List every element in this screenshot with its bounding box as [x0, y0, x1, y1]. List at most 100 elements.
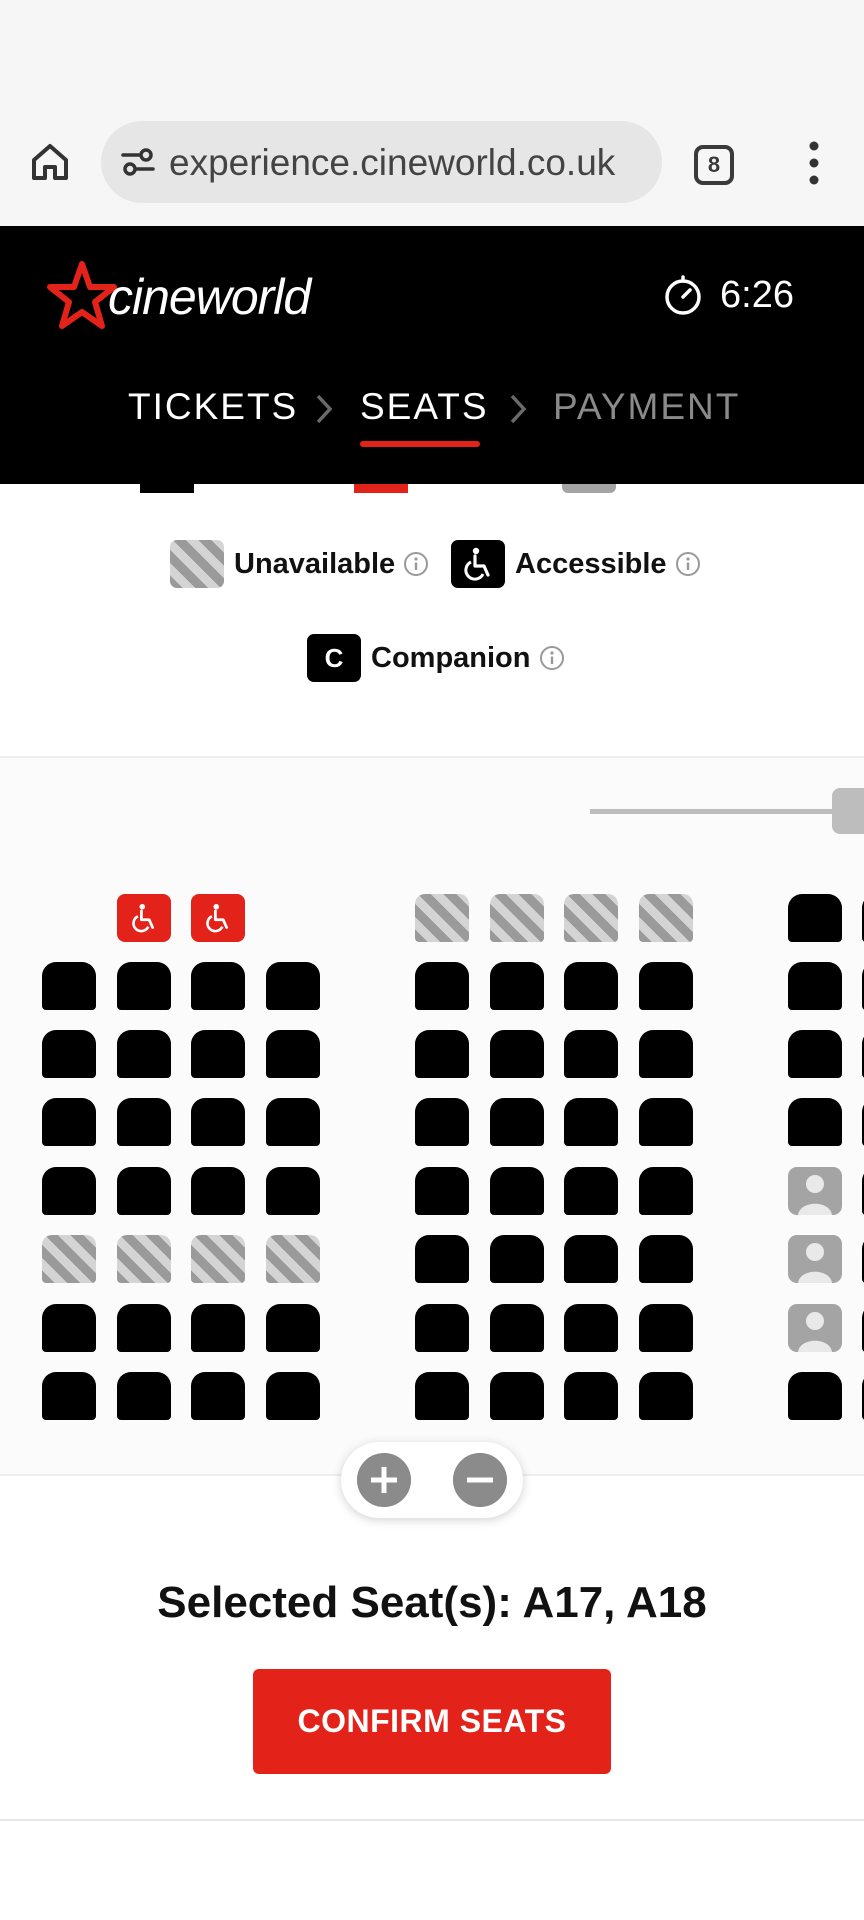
seat-available[interactable]: [788, 1030, 842, 1078]
seat-available[interactable]: [117, 1098, 171, 1146]
seat-available[interactable]: [788, 1372, 842, 1420]
seat-available[interactable]: [42, 1372, 96, 1420]
seat-available[interactable]: [490, 1030, 544, 1078]
seat-available[interactable]: [788, 1098, 842, 1146]
info-icon[interactable]: [675, 551, 701, 577]
session-timer: 6:26: [720, 274, 794, 316]
seat-available[interactable]: [788, 894, 842, 942]
seat-available[interactable]: [191, 1304, 245, 1352]
brand-name: cineworld: [108, 269, 311, 325]
accessible-swatch: [451, 540, 505, 588]
step-seats[interactable]: SEATS: [360, 386, 489, 428]
seat-available[interactable]: [639, 962, 693, 1010]
info-icon[interactable]: [403, 551, 429, 577]
seat-available[interactable]: [564, 1098, 618, 1146]
seat-available[interactable]: [564, 1304, 618, 1352]
chevron-right-icon: [316, 394, 333, 424]
screen-slider-handle[interactable]: [832, 788, 864, 834]
status-bar-area: [0, 0, 864, 108]
seat-available[interactable]: [191, 1030, 245, 1078]
tab-switcher-button[interactable]: 8: [694, 145, 734, 185]
address-bar[interactable]: experience.cineworld.co.uk: [101, 121, 662, 203]
seat-available[interactable]: [639, 1098, 693, 1146]
step-tickets[interactable]: TICKETS: [128, 386, 298, 428]
companion-swatch: C: [307, 634, 361, 682]
seat-available[interactable]: [415, 1030, 469, 1078]
legend-accessible: Accessible: [451, 540, 701, 588]
seat-accessible-selected[interactable]: [191, 894, 245, 942]
seat-available[interactable]: [117, 1304, 171, 1352]
url-text[interactable]: experience.cineworld.co.uk: [169, 142, 649, 184]
seat-available[interactable]: [117, 1372, 171, 1420]
seat-available[interactable]: [490, 1235, 544, 1283]
seat-available[interactable]: [191, 1098, 245, 1146]
screen-slider-track[interactable]: [590, 809, 850, 814]
home-icon[interactable]: [26, 138, 74, 186]
seat-unavailable: [490, 894, 544, 942]
seat-available[interactable]: [266, 962, 320, 1010]
seat-available[interactable]: [639, 1372, 693, 1420]
legend-occupied-swatch-peek: [562, 484, 616, 493]
seat-available[interactable]: [191, 962, 245, 1010]
seat-legend: Unavailable Accessible C Companion: [0, 484, 864, 760]
seat-available[interactable]: [266, 1372, 320, 1420]
seat-unavailable: [415, 894, 469, 942]
seat-available[interactable]: [266, 1030, 320, 1078]
wheelchair-icon: [464, 547, 490, 581]
seat-available[interactable]: [117, 962, 171, 1010]
seat-available[interactable]: [564, 1167, 618, 1215]
confirm-seats-button[interactable]: CONFIRM SEATS: [253, 1669, 611, 1774]
seat-available[interactable]: [639, 1030, 693, 1078]
seat-available[interactable]: [639, 1304, 693, 1352]
seat-available[interactable]: [564, 962, 618, 1010]
seat-available[interactable]: [639, 1167, 693, 1215]
seat-available[interactable]: [191, 1372, 245, 1420]
info-icon[interactable]: [539, 645, 565, 671]
seat-available[interactable]: [266, 1167, 320, 1215]
legend-companion-label: Companion: [371, 641, 531, 674]
seat-available[interactable]: [415, 962, 469, 1010]
seat-available[interactable]: [415, 1167, 469, 1215]
seat-available[interactable]: [42, 1098, 96, 1146]
seat-available[interactable]: [415, 1098, 469, 1146]
seat-available[interactable]: [490, 1098, 544, 1146]
seat-available[interactable]: [490, 962, 544, 1010]
seat-available[interactable]: [490, 1372, 544, 1420]
seat-available[interactable]: [490, 1167, 544, 1215]
seat-available[interactable]: [42, 1030, 96, 1078]
seat-map[interactable]: [0, 756, 864, 1476]
seat-available[interactable]: [564, 1030, 618, 1078]
legend-unavailable: Unavailable: [170, 540, 429, 588]
unavailable-swatch: [170, 540, 224, 588]
site-settings-icon[interactable]: [119, 143, 157, 181]
zoom-in-icon[interactable]: [357, 1453, 411, 1507]
seat-available[interactable]: [564, 1372, 618, 1420]
seat-available[interactable]: [415, 1235, 469, 1283]
seat-available[interactable]: [415, 1304, 469, 1352]
seat-available[interactable]: [415, 1372, 469, 1420]
seat-unavailable: [639, 894, 693, 942]
legend-unavailable-label: Unavailable: [234, 547, 396, 580]
legend-companion: C Companion: [307, 634, 565, 682]
seat-unavailable: [564, 894, 618, 942]
seat-available[interactable]: [564, 1235, 618, 1283]
zoom-out-icon[interactable]: [453, 1453, 507, 1507]
seat-available[interactable]: [490, 1304, 544, 1352]
cineworld-logo[interactable]: cineworld: [46, 256, 366, 336]
seat-available[interactable]: [42, 1304, 96, 1352]
seat-available[interactable]: [788, 962, 842, 1010]
seat-available[interactable]: [191, 1167, 245, 1215]
stopwatch-icon: [665, 275, 701, 315]
seat-available[interactable]: [639, 1235, 693, 1283]
seat-available[interactable]: [117, 1167, 171, 1215]
seat-available[interactable]: [266, 1304, 320, 1352]
seat-available[interactable]: [117, 1030, 171, 1078]
seat-unavailable: [117, 1235, 171, 1283]
seat-accessible-selected[interactable]: [117, 894, 171, 942]
more-menu-icon[interactable]: [800, 138, 828, 188]
seat-available[interactable]: [42, 1167, 96, 1215]
seat-available[interactable]: [266, 1098, 320, 1146]
seat-available[interactable]: [42, 962, 96, 1010]
seat-occupied: [788, 1235, 842, 1283]
wheelchair-icon: [132, 903, 155, 933]
